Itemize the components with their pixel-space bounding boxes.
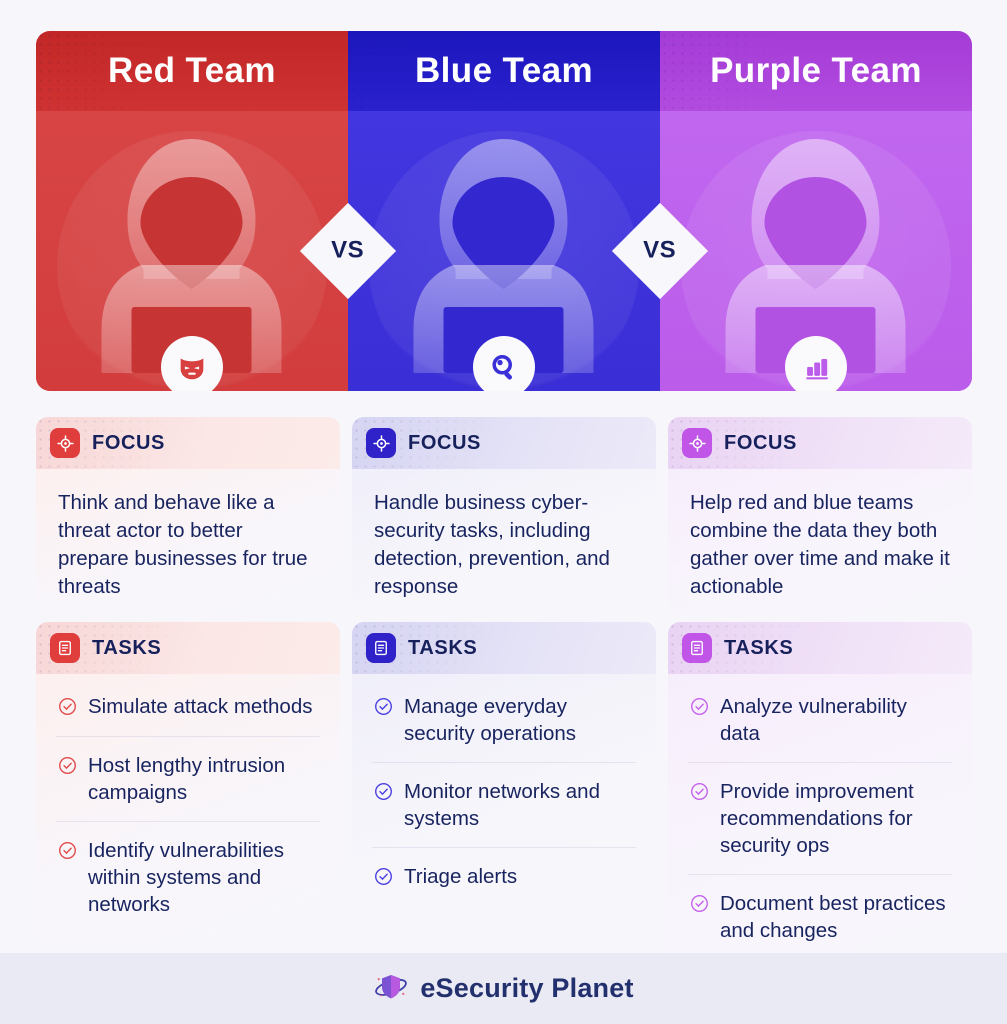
card-header: FOCUS (352, 417, 656, 469)
infographic-page: Red Team Blue Team Purple Team VS VS FOC… (0, 0, 1007, 1024)
card-body: Help red and blue teams combine the data… (668, 469, 972, 615)
focus-heading: FOCUS (408, 431, 481, 454)
hacker-mask-icon (161, 336, 223, 391)
card-body: Analyze vulnerability data Provide impro… (668, 674, 972, 969)
vs-label: VS (331, 236, 365, 264)
task-text: Identify vulnerabilities within systems … (88, 839, 284, 916)
task-text: Triage alerts (404, 865, 518, 888)
panel-red-team: Red Team (36, 31, 348, 391)
tasks-card-row: TASKS Simulate attack methods Host lengt… (36, 622, 972, 969)
task-list: Manage everyday security operations Moni… (372, 678, 636, 906)
document-list-icon (50, 633, 80, 663)
focus-card-row: FOCUS Think and behave like a threat act… (36, 417, 972, 615)
list-item: Host lengthy intrusion campaigns (56, 736, 320, 821)
focus-text: Help red and blue teams combine the data… (690, 491, 950, 598)
focus-text: Handle business cyber-security tasks, in… (374, 491, 610, 598)
task-text: Document best practices and changes (720, 892, 946, 942)
check-circle-icon (690, 782, 709, 806)
tasks-card-red-team: TASKS Simulate attack methods Host lengt… (36, 622, 340, 969)
check-circle-icon (374, 867, 393, 891)
focus-text: Think and behave like a threat actor to … (58, 491, 308, 598)
panel-blue-team: Blue Team (348, 31, 660, 391)
list-item: Triage alerts (372, 847, 636, 906)
card-header: FOCUS (36, 417, 340, 469)
tasks-heading: TASKS (724, 636, 794, 659)
tasks-card-purple-team: TASKS Analyze vulnerability data Provide… (668, 622, 972, 969)
task-text: Manage everyday security operations (404, 695, 577, 745)
card-header: FOCUS (668, 417, 972, 469)
task-list: Analyze vulnerability data Provide impro… (688, 678, 952, 959)
task-text: Simulate attack methods (88, 695, 313, 718)
list-item: Simulate attack methods (56, 678, 320, 736)
check-circle-icon (690, 894, 709, 918)
crosshair-target-icon (682, 428, 712, 458)
task-text: Provide improvement recommendations for … (720, 780, 914, 857)
check-circle-icon (690, 697, 709, 721)
tasks-card-blue-team: TASKS Manage everyday security operation… (352, 622, 656, 969)
list-item: Identify vulnerabilities within systems … (56, 821, 320, 933)
card-body: Handle business cyber-security tasks, in… (352, 469, 656, 615)
tasks-heading: TASKS (92, 636, 162, 659)
task-text: Analyze vulnerability data (720, 695, 907, 745)
panel-title-blue: Blue Team (414, 51, 593, 90)
card-body: Manage everyday security operations Moni… (352, 674, 656, 916)
list-item: Monitor networks and systems (372, 762, 636, 847)
focus-card-purple-team: FOCUS Help red and blue teams combine th… (668, 417, 972, 615)
check-circle-icon (58, 756, 77, 780)
list-item: Analyze vulnerability data (688, 678, 952, 762)
magnifying-glass-icon (473, 336, 535, 391)
document-list-icon (682, 633, 712, 663)
crosshair-target-icon (366, 428, 396, 458)
card-header: TASKS (352, 622, 656, 674)
card-body: Simulate attack methods Host lengthy int… (36, 674, 340, 943)
card-header: TASKS (36, 622, 340, 674)
card-body: Think and behave like a threat actor to … (36, 469, 340, 615)
shield-planet-logo-icon (373, 970, 409, 1008)
crosshair-target-icon (50, 428, 80, 458)
team-panels: Red Team Blue Team Purple Team VS VS (36, 31, 972, 391)
task-text: Monitor networks and systems (404, 780, 600, 830)
vs-label: VS (643, 236, 677, 264)
footer: eSecurity Planet (0, 953, 1007, 1024)
panel-purple-team: Purple Team (660, 31, 972, 391)
focus-heading: FOCUS (724, 431, 797, 454)
list-item: Manage everyday security operations (372, 678, 636, 762)
panel-title-purple: Purple Team (710, 51, 922, 90)
check-circle-icon (374, 697, 393, 721)
tasks-heading: TASKS (408, 636, 478, 659)
check-circle-icon (374, 782, 393, 806)
focus-card-red-team: FOCUS Think and behave like a threat act… (36, 417, 340, 615)
focus-heading: FOCUS (92, 431, 165, 454)
focus-card-blue-team: FOCUS Handle business cyber-security tas… (352, 417, 656, 615)
task-list: Simulate attack methods Host lengthy int… (56, 678, 320, 933)
list-item: Document best practices and changes (688, 874, 952, 959)
check-circle-icon (58, 697, 77, 721)
task-text: Host lengthy intrusion campaigns (88, 754, 286, 804)
list-item: Provide improvement recommendations for … (688, 762, 952, 874)
check-circle-icon (58, 841, 77, 865)
document-list-icon (366, 633, 396, 663)
panel-title-red: Red Team (108, 51, 276, 90)
card-header: TASKS (668, 622, 972, 674)
bar-chart-icon (785, 336, 847, 391)
brand-name: eSecurity Planet (420, 973, 634, 1003)
